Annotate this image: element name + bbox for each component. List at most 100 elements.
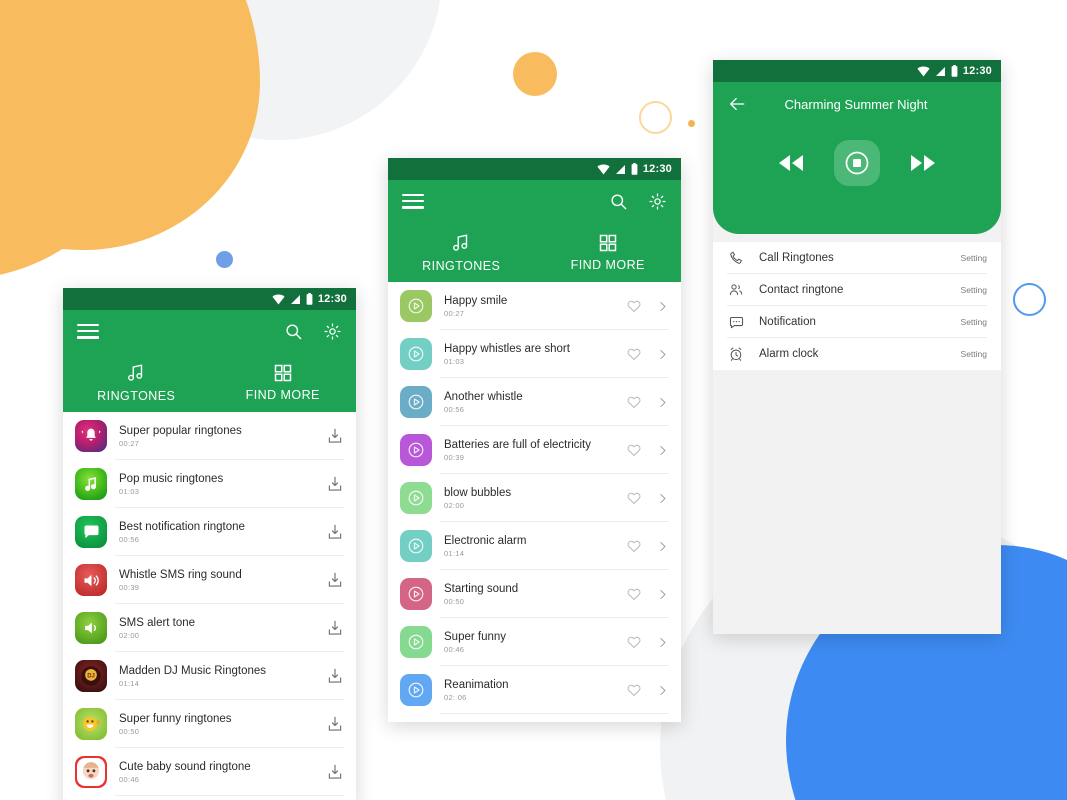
heart-outline-icon[interactable] <box>626 346 642 362</box>
list-item[interactable]: Happy smile 00:27 <box>388 282 681 330</box>
orange-dot <box>513 52 557 96</box>
list-item[interactable]: Pop music ringtones 01:03 <box>63 460 356 508</box>
player-controls <box>713 140 1001 186</box>
list-item[interactable]: Happy whistles are short 01:03 <box>388 330 681 378</box>
list-item[interactable]: SMS alert tone 02:00 <box>63 604 356 652</box>
hamburger-icon[interactable] <box>77 323 99 339</box>
tab-find-more-label: FIND MORE <box>570 257 645 272</box>
download-icon[interactable] <box>326 715 344 733</box>
list-item[interactable]: Starting sound 00:50 <box>388 570 681 618</box>
signal-icon <box>935 66 945 76</box>
list-item[interactable]: Cute baby sound ringtone 00:46 <box>63 748 356 796</box>
ringtone-thumbnail <box>75 468 107 500</box>
ringtone-thumbnail[interactable] <box>400 482 432 514</box>
settings-label: Contact ringtone <box>759 284 844 296</box>
ringtone-duration: 00:39 <box>119 583 140 592</box>
gear-icon[interactable] <box>648 192 667 211</box>
list-item[interactable]: blow bubbles 02:00 <box>388 474 681 522</box>
tab-find-more[interactable]: FIND MORE <box>535 222 682 282</box>
play-icon <box>408 346 424 362</box>
hamburger-icon[interactable] <box>402 193 424 209</box>
ringtone-thumbnail[interactable] <box>400 290 432 322</box>
chevron-right-icon[interactable] <box>656 396 669 409</box>
ringtone-duration: 01:03 <box>119 487 140 496</box>
chevron-right-icon[interactable] <box>656 300 669 313</box>
chevron-right-icon[interactable] <box>656 684 669 697</box>
tab-ringtones[interactable]: RINGTONES <box>388 222 535 282</box>
ringtone-thumbnail[interactable] <box>400 386 432 418</box>
stop-button[interactable] <box>834 140 880 186</box>
fast-forward-icon[interactable] <box>908 152 938 174</box>
settings-action[interactable]: Setting <box>961 349 987 359</box>
ringtone-thumbnail[interactable] <box>400 530 432 562</box>
baby-icon <box>77 758 105 786</box>
settings-action[interactable]: Setting <box>961 253 987 263</box>
list-item[interactable]: Reanimation 02: 06 <box>388 666 681 714</box>
ringtone-thumbnail[interactable] <box>400 338 432 370</box>
tab-ringtones[interactable]: RINGTONES <box>63 352 210 412</box>
battery-icon <box>631 163 638 175</box>
settings-row-call-ringtones[interactable]: Call Ringtones Setting <box>713 242 1001 274</box>
search-icon[interactable] <box>609 192 628 211</box>
download-icon[interactable] <box>326 619 344 637</box>
settings-row-notification[interactable]: Notification Setting <box>713 306 1001 338</box>
arrow-left-icon[interactable] <box>727 94 747 114</box>
heart-outline-icon[interactable] <box>626 394 642 410</box>
download-icon[interactable] <box>326 571 344 589</box>
download-icon[interactable] <box>326 667 344 685</box>
list-item[interactable]: Super popular ringtones 00:27 <box>63 412 356 460</box>
tab-find-more[interactable]: FIND MORE <box>210 352 357 412</box>
ringtone-thumbnail <box>75 756 107 788</box>
orange-mini-dot <box>688 120 695 127</box>
chevron-right-icon[interactable] <box>656 636 669 649</box>
list-item[interactable]: Best notification ringtone 00:56 <box>63 508 356 556</box>
list-item[interactable]: DJ Madden DJ Music Ringtones 01:14 <box>63 652 356 700</box>
heart-outline-icon[interactable] <box>626 682 642 698</box>
poster-canvas: 12:30 RINGTONES FIND MORE Super popular … <box>0 0 1067 800</box>
list-item[interactable] <box>63 796 356 800</box>
gear-icon[interactable] <box>323 322 342 341</box>
list-item[interactable]: Another whistle 00:56 <box>388 378 681 426</box>
ringtone-thumbnail[interactable] <box>400 626 432 658</box>
chevron-right-icon[interactable] <box>656 540 669 553</box>
heart-outline-icon[interactable] <box>626 490 642 506</box>
phone-icon <box>727 249 745 267</box>
ringtone-duration: 01:14 <box>119 679 140 688</box>
music-note-icon <box>453 233 468 251</box>
ringtone-thumbnail[interactable] <box>400 578 432 610</box>
download-icon[interactable] <box>326 475 344 493</box>
ringtone-duration: 00:50 <box>444 597 465 606</box>
divider <box>440 713 669 714</box>
download-icon[interactable] <box>326 763 344 781</box>
list-item[interactable]: Whistle SMS ring sound 00:39 <box>63 556 356 604</box>
download-icon[interactable] <box>326 427 344 445</box>
ringtone-thumbnail[interactable] <box>400 674 432 706</box>
rewind-icon[interactable] <box>776 152 806 174</box>
heart-outline-icon[interactable] <box>626 538 642 554</box>
chevron-right-icon[interactable] <box>656 348 669 361</box>
ringtone-thumbnail[interactable] <box>400 434 432 466</box>
heart-outline-icon[interactable] <box>626 586 642 602</box>
heart-outline-icon[interactable] <box>626 442 642 458</box>
search-icon[interactable] <box>284 322 303 341</box>
download-icon[interactable] <box>326 523 344 541</box>
settings-row-alarm-clock[interactable]: Alarm clock Setting <box>713 338 1001 370</box>
chevron-right-icon[interactable] <box>656 444 669 457</box>
list-item[interactable]: Electronic alarm 01:14 <box>388 522 681 570</box>
stop-icon <box>845 151 869 175</box>
chevron-right-icon[interactable] <box>656 492 669 505</box>
list-item[interactable]: Super funny 00:46 <box>388 618 681 666</box>
ringtone-title: Madden DJ Music Ringtones <box>119 665 267 677</box>
status-bar: 12:30 <box>388 158 681 180</box>
list-item[interactable]: Batteries are full of electricity 00:39 <box>388 426 681 474</box>
battery-icon <box>306 293 313 305</box>
settings-action[interactable]: Setting <box>961 317 987 327</box>
settings-row-contact-ringtone[interactable]: Contact ringtone Setting <box>713 274 1001 306</box>
heart-outline-icon[interactable] <box>626 298 642 314</box>
settings-action[interactable]: Setting <box>961 285 987 295</box>
heart-outline-icon[interactable] <box>626 634 642 650</box>
tab-bar: RINGTONES FIND MORE <box>63 352 356 412</box>
music-note-icon <box>85 477 97 491</box>
list-item[interactable]: Super funny ringtones 00:50 <box>63 700 356 748</box>
chevron-right-icon[interactable] <box>656 588 669 601</box>
